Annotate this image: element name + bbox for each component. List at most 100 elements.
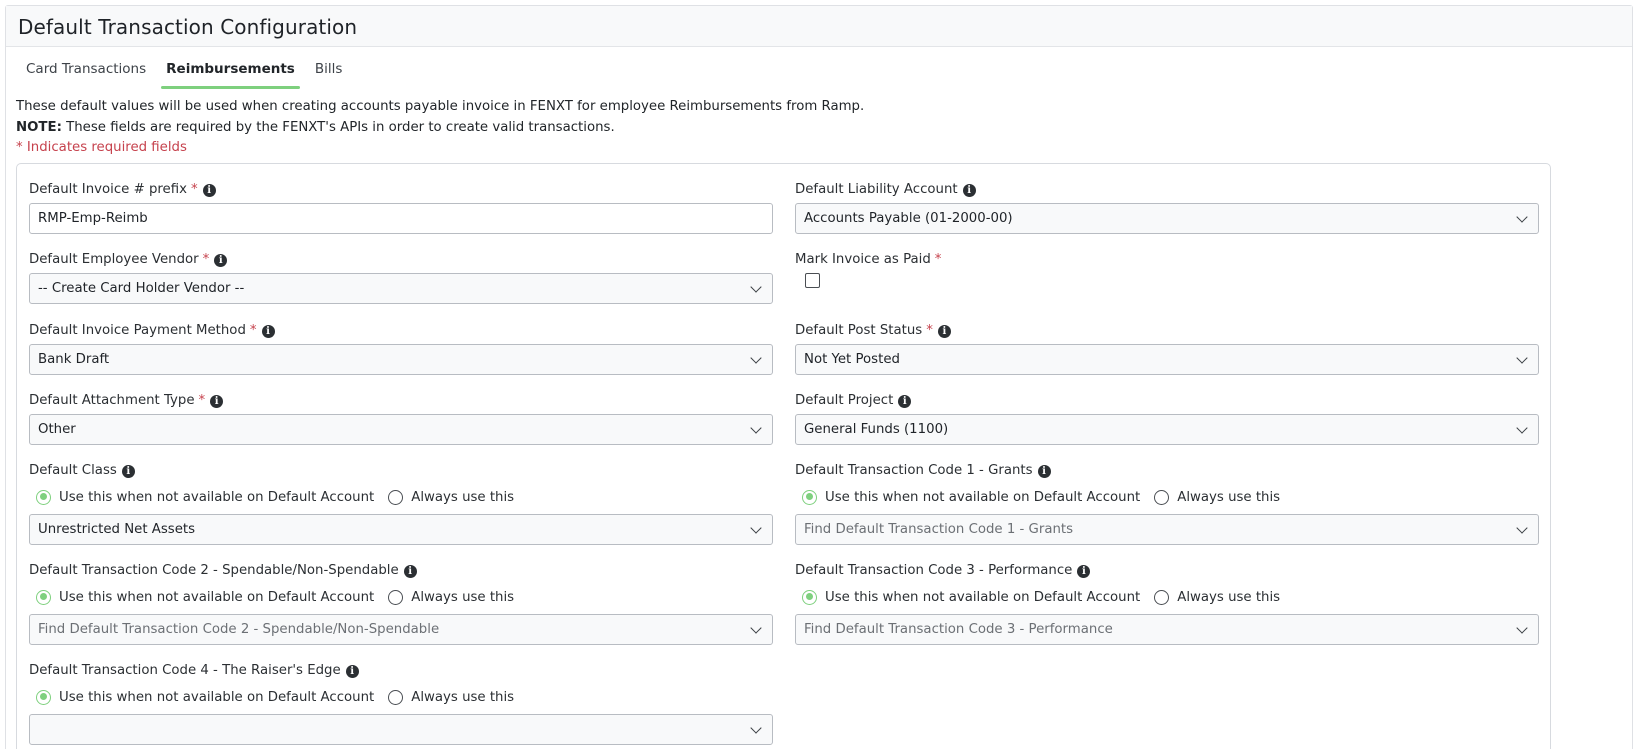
required-marker: *	[249, 323, 257, 338]
radio-button-checked[interactable]	[36, 689, 51, 705]
info-icon[interactable]: i	[261, 324, 275, 338]
tab-reimbursements[interactable]: Reimbursements	[161, 55, 300, 89]
code3-field: Default Transaction Code 3 - Performance…	[795, 562, 1539, 645]
info-icon[interactable]: i	[202, 183, 216, 197]
payment-method-select[interactable]: Bank Draft	[29, 344, 773, 375]
tab-bills[interactable]: Bills	[310, 55, 348, 89]
code3-select[interactable]: Find Default Transaction Code 3 - Perfor…	[795, 614, 1539, 645]
info-icon[interactable]: i	[1077, 564, 1091, 578]
radio-label: Always use this	[411, 589, 515, 605]
employee-vendor-select[interactable]: -- Create Card Holder Vendor --	[29, 273, 773, 304]
radio-label: Use this when not available on Default A…	[59, 489, 375, 505]
intro-description: These default values will be used when c…	[16, 99, 865, 114]
required-marker: *	[191, 182, 198, 197]
radio-label: Always use this	[411, 689, 515, 705]
payment-method-field: Default Invoice Payment Method * i Bank Dr…	[29, 322, 773, 375]
radio-option-always[interactable]: Always use this	[388, 589, 515, 605]
code1-label: Default Transaction Code 1 - Grants	[795, 463, 1033, 478]
radio-option-when-unavailable[interactable]: Use this when not available on Default A…	[36, 489, 375, 505]
class-field: Default Class i Use this when not availab…	[29, 462, 773, 545]
post-status-field: Default Post Status * i Not Yet Posted	[795, 322, 1539, 375]
radio-label: Always use this	[1177, 489, 1281, 505]
radio-label: Always use this	[1177, 589, 1281, 605]
post-status-select[interactable]: Not Yet Posted	[795, 344, 1539, 375]
code2-select[interactable]: Find Default Transaction Code 2 - Spenda…	[29, 614, 773, 645]
info-icon[interactable]: i	[121, 464, 135, 478]
radio-option-always[interactable]: Always use this	[1154, 589, 1281, 605]
radio-label: Always use this	[411, 489, 515, 505]
radio-button-checked[interactable]	[36, 489, 51, 505]
invoice-prefix-input[interactable]: RMP-Emp-Reimb	[29, 203, 773, 234]
attachment-type-value: Other	[38, 422, 76, 437]
chevron-down-icon	[750, 522, 762, 534]
project-value: General Funds (1100)	[804, 422, 949, 437]
radio-option-when-unavailable[interactable]: Use this when not available on Default A…	[36, 589, 375, 605]
code3-label: Default Transaction Code 3 - Performance	[795, 563, 1073, 578]
radio-button[interactable]	[388, 489, 404, 505]
code1-select[interactable]: Find Default Transaction Code 1 - Grants	[795, 514, 1539, 545]
info-icon[interactable]: i	[962, 183, 976, 197]
required-marker: *	[202, 252, 210, 267]
mark-paid-checkbox[interactable]	[805, 273, 820, 288]
radio-option-when-unavailable[interactable]: Use this when not available on Default A…	[802, 489, 1141, 505]
mark-paid-label: Mark Invoice as Paid	[795, 252, 931, 267]
liability-account-select[interactable]: Accounts Payable (01-2000-00)	[795, 203, 1539, 234]
radio-button[interactable]	[388, 689, 404, 705]
post-status-value: Not Yet Posted	[804, 352, 900, 367]
intro-text: These default values will be used when c…	[16, 97, 864, 159]
required-marker: *	[198, 393, 206, 408]
liability-account-value: Accounts Payable (01-2000-00)	[804, 211, 1013, 226]
radio-button[interactable]	[388, 589, 404, 605]
chevron-down-icon	[750, 622, 762, 634]
code2-placeholder: Find Default Transaction Code 2 - Spenda…	[38, 622, 440, 637]
radio-button-checked[interactable]	[802, 489, 817, 505]
code4-field: Default Transaction Code 4 - The Raiser'…	[29, 662, 773, 745]
code4-radio-group: Use this when not available on Default A…	[36, 688, 528, 706]
radio-option-always[interactable]: Always use this	[1154, 489, 1281, 505]
post-status-label: Default Post Status	[795, 323, 923, 338]
radio-button-checked[interactable]	[802, 589, 817, 605]
required-marker: *	[934, 252, 942, 267]
project-field: Default Project i General Funds (1100)	[795, 392, 1539, 445]
radio-option-always[interactable]: Always use this	[388, 489, 515, 505]
info-icon[interactable]: i	[210, 394, 224, 408]
info-icon[interactable]: i	[1037, 464, 1051, 478]
attachment-type-field: Default Attachment Type * i Other	[29, 392, 773, 445]
info-icon[interactable]: i	[403, 564, 417, 578]
radio-option-always[interactable]: Always use this	[388, 689, 515, 705]
code4-select[interactable]	[29, 714, 773, 745]
invoice-prefix-field: Default Invoice # prefix * i RMP-Emp-Reimb	[29, 181, 773, 234]
class-select[interactable]: Unrestricted Net Assets	[29, 514, 773, 545]
radio-label: Use this when not available on Default A…	[59, 589, 375, 605]
code4-label: Default Transaction Code 4 - The Raiser'…	[29, 663, 341, 678]
chevron-down-icon	[1516, 352, 1528, 364]
employee-vendor-label: Default Employee Vendor	[29, 252, 199, 267]
liability-account-label: Default Liability Account	[795, 182, 958, 197]
card-header: Default Transaction Configuration	[6, 6, 1632, 47]
chevron-down-icon	[750, 352, 762, 364]
code1-placeholder: Find Default Transaction Code 1 - Grants	[804, 522, 1074, 537]
radio-button-checked[interactable]	[36, 589, 51, 605]
chevron-down-icon	[750, 281, 762, 293]
info-icon[interactable]: i	[937, 324, 951, 338]
radio-label: Use this when not available on Default A…	[825, 489, 1141, 505]
info-icon[interactable]: i	[345, 664, 359, 678]
project-select[interactable]: General Funds (1100)	[795, 414, 1539, 445]
attachment-type-select[interactable]: Other	[29, 414, 773, 445]
radio-button[interactable]	[1154, 589, 1170, 605]
chevron-down-icon	[1516, 211, 1528, 223]
radio-button[interactable]	[1154, 489, 1170, 505]
page: Default Transaction Configuration Card T…	[0, 0, 1638, 749]
liability-account-field: Default Liability Account i Accounts Paya…	[795, 181, 1539, 234]
radio-option-when-unavailable[interactable]: Use this when not available on Default A…	[802, 589, 1140, 605]
payment-method-value: Bank Draft	[38, 352, 110, 367]
radio-option-when-unavailable[interactable]: Use this when not available on Default A…	[36, 689, 374, 705]
info-icon[interactable]: i	[214, 253, 228, 267]
payment-method-label: Default Invoice Payment Method	[29, 323, 246, 338]
info-icon[interactable]: i	[898, 394, 912, 408]
employee-vendor-field: Default Employee Vendor * i -- Create Card…	[29, 251, 773, 304]
chevron-down-icon	[1516, 522, 1528, 534]
tab-bar: Card Transactions Reimbursements Bills	[21, 55, 357, 89]
tab-card-transactions[interactable]: Card Transactions	[21, 55, 151, 89]
class-label: Default Class	[29, 463, 117, 478]
